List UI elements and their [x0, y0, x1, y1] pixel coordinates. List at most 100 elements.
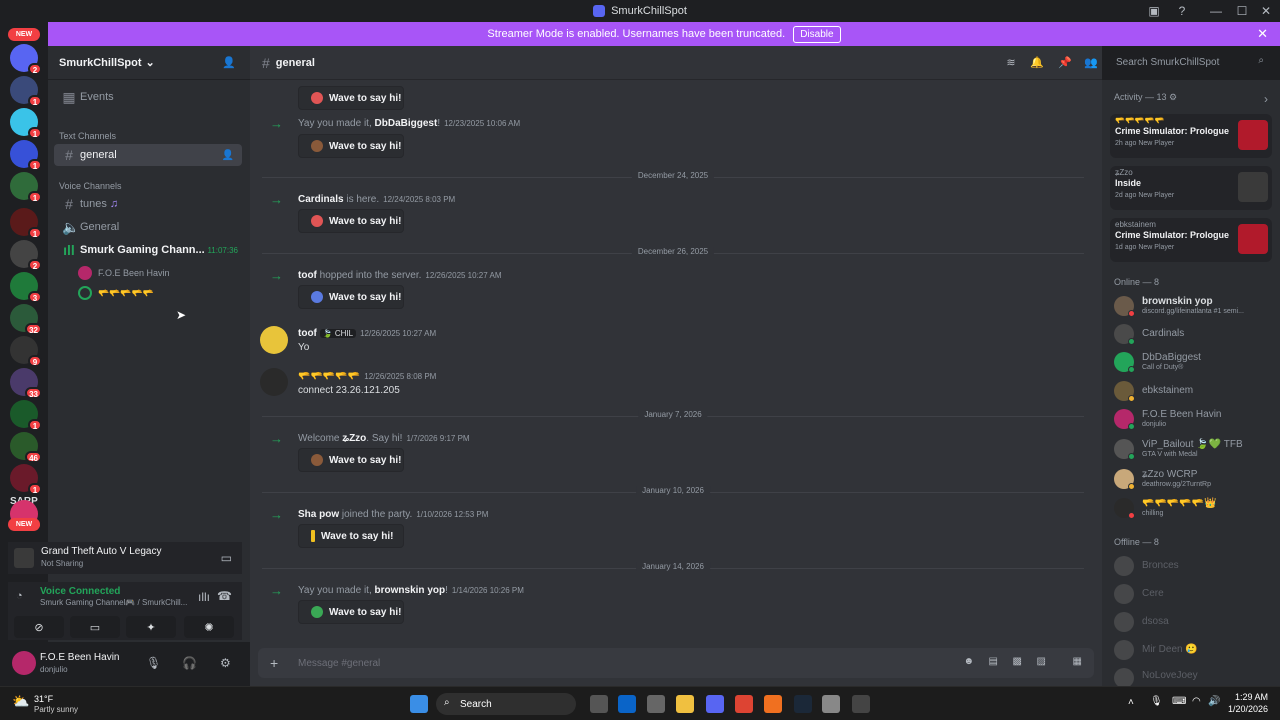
- chevron-right-icon[interactable]: ›: [1264, 92, 1268, 106]
- banner-close-icon[interactable]: ✕: [1257, 26, 1268, 42]
- wifi-icon[interactable]: ◠: [1192, 696, 1201, 707]
- windows-start-icon[interactable]: [410, 695, 428, 713]
- weather-icon[interactable]: ⛅: [12, 693, 29, 710]
- channel-tunes[interactable]: # tunes ♫: [54, 193, 242, 215]
- wave-button[interactable]: Wave to say hi!: [298, 209, 404, 233]
- member-item[interactable]: Cardinals: [1112, 320, 1276, 348]
- events-item[interactable]: ▦ Events: [54, 86, 242, 108]
- server-icon[interactable]: 1: [10, 140, 42, 171]
- channel-smurk-gaming[interactable]: ıll Smurk Gaming Chann... 11:07:36: [54, 239, 242, 261]
- member-item[interactable]: brownskin yop discord.gg/lifeinatlanta #1…: [1112, 292, 1276, 320]
- discord-taskbar-icon[interactable]: [706, 695, 724, 713]
- wave-button[interactable]: Wave to say hi!: [298, 600, 404, 624]
- file-explorer-icon[interactable]: [676, 695, 694, 713]
- message-composer[interactable]: + Message #general ☻ ▤ ▩ ▨ ▦: [258, 648, 1094, 678]
- search-input[interactable]: Search SmurkChillSpot ⌕: [1110, 52, 1270, 72]
- server-header[interactable]: SmurkChillSpot ⌄ 👤: [48, 46, 250, 80]
- server-icon[interactable]: 1: [10, 108, 42, 139]
- wave-button[interactable]: Wave to say hi!: [298, 448, 404, 472]
- voice-channels-category[interactable]: Voice Channels: [59, 181, 122, 191]
- headphones-icon[interactable]: 🎧: [182, 656, 197, 670]
- app-icon[interactable]: [852, 695, 870, 713]
- voice-user[interactable]: F.O.E Been Havin: [78, 264, 238, 282]
- disconnect-icon[interactable]: ☎: [217, 589, 232, 603]
- outlook-icon[interactable]: [618, 695, 636, 713]
- member-item[interactable]: F.O.E Been Havin donjulio: [1112, 405, 1276, 433]
- avatar[interactable]: [260, 326, 288, 354]
- server-icon[interactable]: 32: [10, 304, 42, 335]
- wave-button[interactable]: Wave to say hi!: [298, 86, 404, 110]
- direct-messages-icon[interactable]: 2: [10, 44, 42, 75]
- threads-icon[interactable]: ≋: [1004, 56, 1018, 70]
- screen-share-button[interactable]: ▭: [70, 616, 120, 638]
- server-icon[interactable]: 46: [10, 432, 42, 463]
- member-item[interactable]: dsosa: [1112, 608, 1276, 636]
- server-icon[interactable]: 1: [10, 464, 42, 495]
- server-icon[interactable]: 9: [10, 336, 42, 367]
- inbox-icon[interactable]: ▣: [1140, 0, 1168, 22]
- avatar[interactable]: [12, 651, 36, 675]
- signal-icon[interactable]: ◔: [16, 590, 23, 602]
- noise-suppression-icon[interactable]: ıllı: [198, 590, 210, 604]
- taskbar-search[interactable]: ⌕ Search: [436, 693, 576, 715]
- member-item[interactable]: Bronces: [1112, 552, 1276, 580]
- activity-card[interactable]: 🫳🫳🫳🫳🫳 Crime Simulator: Prologue 2h ago Ne…: [1110, 114, 1272, 158]
- gif-icon[interactable]: ▤: [989, 656, 998, 667]
- chevron-up-icon[interactable]: ˄: [1128, 697, 1134, 708]
- chrome-icon[interactable]: [735, 695, 753, 713]
- activity-card[interactable]: ʑZzᴏ Inside 2d ago New Player: [1110, 166, 1272, 210]
- settings-gear-icon[interactable]: ⚙: [220, 656, 231, 670]
- server-icon[interactable]: 1: [10, 76, 42, 107]
- member-item[interactable]: DbDaBiggest Call of Duty®: [1112, 348, 1276, 376]
- activity-header[interactable]: Activity — 13 ⚙: [1114, 92, 1177, 103]
- microphone-icon[interactable]: 🎙: [1150, 696, 1163, 707]
- wave-button[interactable]: Wave to say hi!: [298, 285, 404, 309]
- microphone-icon[interactable]: 🎙: [146, 656, 161, 670]
- wave-button[interactable]: Wave to say hi!: [298, 134, 404, 158]
- apps-icon[interactable]: ▦: [1073, 656, 1082, 667]
- soundboard-button[interactable]: ✺: [184, 616, 234, 638]
- sticker-icon[interactable]: ▩: [1013, 656, 1022, 667]
- bell-icon[interactable]: 🔔: [1030, 56, 1044, 70]
- volume-icon[interactable]: 🔊: [1208, 696, 1220, 707]
- voice-channel-name[interactable]: Smurk Gaming Channel🎮 / SmurkChill...: [40, 598, 187, 607]
- clock-time[interactable]: 1:29 AM: [1226, 692, 1268, 702]
- channel-voice-general[interactable]: 🔈 General: [54, 216, 242, 238]
- activity-card[interactable]: ebkstainem Crime Simulator: Prologue 1d a…: [1110, 218, 1272, 262]
- server-icon[interactable]: 1: [10, 172, 42, 203]
- pin-icon[interactable]: 📌: [1058, 56, 1072, 70]
- steam-icon[interactable]: [794, 695, 812, 713]
- invite-icon[interactable]: 👤: [222, 56, 236, 69]
- emoji-icon[interactable]: ▨: [1037, 656, 1046, 667]
- keyboard-icon[interactable]: ⌨: [1172, 696, 1186, 707]
- clock-date[interactable]: 1/20/2026: [1226, 704, 1268, 714]
- store-icon[interactable]: [647, 695, 665, 713]
- server-icon[interactable]: 2: [10, 240, 42, 271]
- gift-icon[interactable]: ☻: [963, 656, 974, 667]
- settings-icon[interactable]: [822, 695, 840, 713]
- wave-button[interactable]: Wave to say hi!: [298, 524, 404, 548]
- camera-button[interactable]: ⊘: [14, 616, 64, 638]
- activities-button[interactable]: ✦: [126, 616, 176, 638]
- close-window-button[interactable]: ✕: [1252, 0, 1280, 22]
- help-icon[interactable]: ?: [1168, 0, 1196, 22]
- server-icon[interactable]: 33: [10, 368, 42, 399]
- member-item[interactable]: 🫳🫳🫳🫳🫳👑 chilling: [1112, 494, 1276, 522]
- minimize-button[interactable]: —: [1202, 0, 1230, 22]
- avatar[interactable]: [260, 368, 288, 396]
- screen-share-icon[interactable]: ▭: [221, 551, 232, 565]
- voice-user[interactable]: 🫳🫳🫳🫳🫳: [78, 284, 238, 302]
- members-icon[interactable]: 👥: [1084, 56, 1098, 70]
- member-item[interactable]: ViP_Bailout 🍃💚 TFB GTA V with Medal: [1112, 435, 1276, 463]
- server-icon[interactable]: 1: [10, 400, 42, 431]
- channel-general[interactable]: # general 👤: [54, 144, 242, 166]
- server-icon[interactable]: 1: [10, 208, 42, 239]
- plus-icon[interactable]: +: [270, 655, 278, 671]
- server-icon[interactable]: 3: [10, 272, 42, 303]
- member-item[interactable]: Cere: [1112, 580, 1276, 608]
- text-channels-category[interactable]: Text Channels: [59, 131, 116, 141]
- app-icon[interactable]: [764, 695, 782, 713]
- invite-icon[interactable]: 👤: [222, 150, 234, 161]
- member-item[interactable]: ebkstainem: [1112, 377, 1276, 405]
- task-view-icon[interactable]: [590, 695, 608, 713]
